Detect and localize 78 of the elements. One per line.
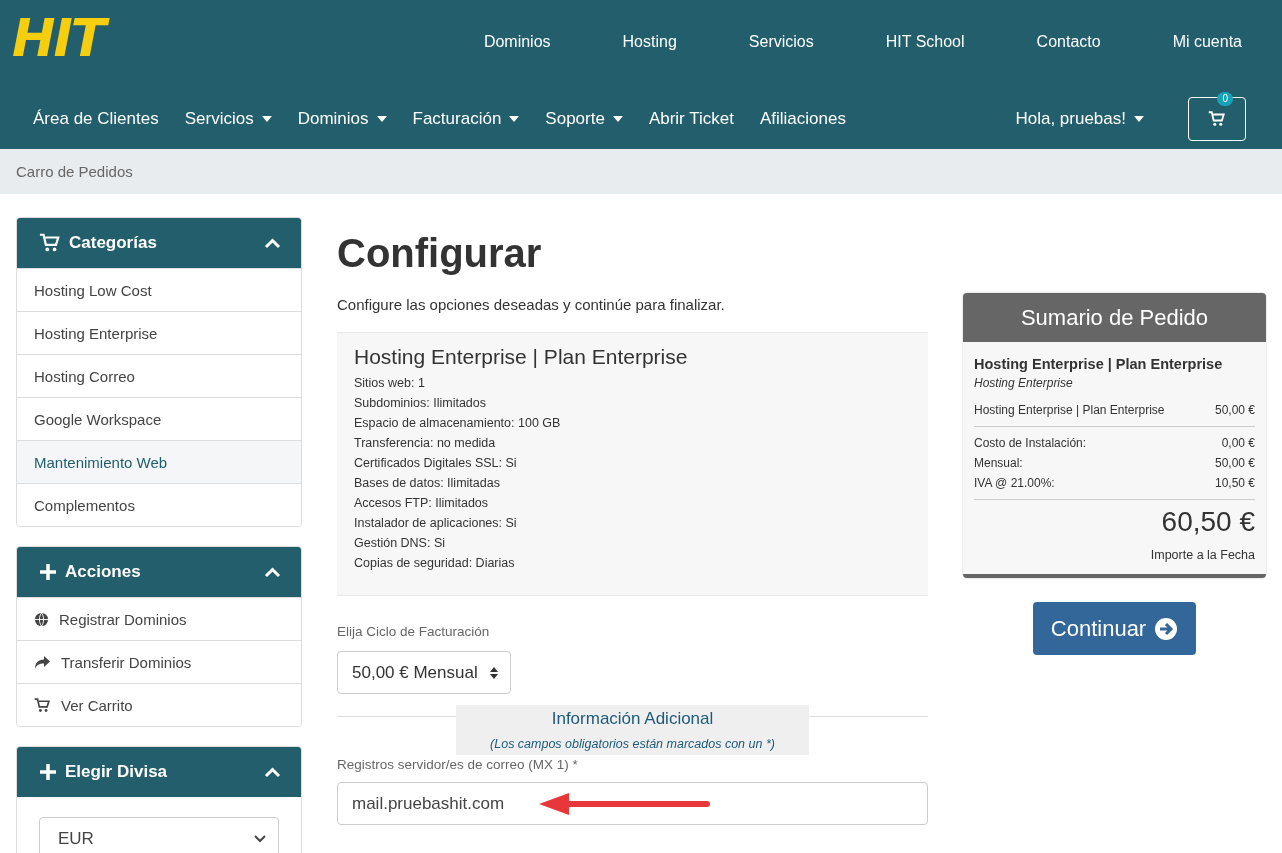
arrow-circle-icon	[1154, 616, 1179, 641]
sidebar-item[interactable]: Complementos	[17, 483, 301, 526]
section-title: Información Adicional	[551, 709, 714, 729]
cart-icon	[1208, 109, 1226, 128]
continue-button[interactable]: Continuar	[1032, 602, 1197, 655]
field-label: Registros servidor/es de correo (MX 1) *	[337, 757, 579, 772]
line-label: Hosting Enterprise | Plan Enterprise	[974, 402, 1165, 419]
intro-text: Configure las opciones deseadas y continúe para finalizar.	[337, 296, 726, 313]
nav-link[interactable]: Área de Clientes	[33, 108, 159, 129]
product-feature: Sitios web: 1	[354, 375, 426, 392]
total-label: Mensual:	[974, 455, 1023, 472]
logo[interactable]: HIT	[8, 6, 115, 70]
caret-icon	[261, 115, 272, 122]
chevron-up-icon[interactable]	[264, 566, 281, 578]
total-label: IVA @ 21.00%:	[974, 475, 1055, 492]
total-amount: 50,00 €	[1214, 455, 1255, 472]
product-title: Hosting Enterprise | Plan Enterprise	[354, 345, 689, 369]
sidebar-item[interactable]: Mantenimiento Web	[17, 440, 301, 483]
cart-count-badge: 0	[1217, 91, 1233, 106]
nav-link[interactable]: Soporte	[545, 108, 623, 129]
chevron-down-icon	[254, 835, 266, 843]
cart-icon	[34, 696, 51, 714]
panel-header[interactable]: Acciones	[17, 547, 301, 597]
panel-header[interactable]: Categorías	[17, 218, 301, 268]
top-nav-link[interactable]: Hosting	[622, 33, 677, 51]
summary-title: Sumario de Pedido	[963, 293, 1266, 342]
line-amount: 50,00 €	[1214, 402, 1255, 419]
page-title: Configurar	[337, 231, 543, 276]
total-label: Costo de Instalación:	[974, 435, 1087, 452]
top-nav-link[interactable]: Mi cuenta	[1172, 33, 1242, 51]
grand-total: 60,50 €	[1160, 506, 1255, 538]
billing-cycle-select[interactable]: 50,00 € Mensual	[337, 651, 511, 694]
panel-header[interactable]: Elegir Divisa	[17, 747, 301, 797]
nav-link[interactable]: Afiliaciones	[759, 108, 846, 129]
panel-title: Elegir Divisa	[65, 762, 169, 782]
sidebar-item[interactable]: Ver Carrito	[17, 683, 301, 726]
cart-icon	[39, 232, 61, 254]
product-feature: Transferencia: no medida	[354, 435, 497, 452]
product-feature: Espacio de almacenamiento: 100 GB	[354, 415, 562, 432]
required-note: (Los campos obligatorios están marcados con un *)	[490, 737, 775, 751]
currency-select[interactable]: EUR	[39, 817, 279, 853]
product-feature: Gestión DNS: Si	[354, 535, 446, 552]
total-amount: 10,50 €	[1214, 475, 1255, 492]
summary-product-name: Hosting Enterprise | Plan Enterprise	[974, 356, 1224, 372]
input-field[interactable]: mail.pruebashit.com	[337, 782, 928, 825]
product-feature: Copias de seguridad: Diarias	[354, 555, 516, 572]
plus-icon	[39, 763, 57, 781]
caret-icon	[376, 115, 387, 122]
product-feature: Accesos FTP: Ilimitados	[354, 495, 490, 512]
caret-icon	[509, 115, 520, 122]
nav-link[interactable]: Dominios	[297, 108, 387, 129]
plus-icon	[39, 563, 57, 581]
caret-icon	[1134, 115, 1144, 122]
total-amount: 0,00 €	[1221, 435, 1255, 452]
grand-total-label: Importe a la Fecha	[1149, 548, 1255, 562]
product-feature: Bases de datos: Ilimitadas	[354, 475, 501, 492]
product-feature: Instalador de aplicaciones: Si	[354, 515, 518, 532]
field-label: Elija Ciclo de Facturación	[337, 624, 491, 639]
caret-icon	[612, 115, 623, 122]
top-nav-link[interactable]: HIT School	[885, 33, 965, 51]
product-feature: Subdominios: Ilimitados	[354, 395, 487, 412]
top-nav-link[interactable]: Contacto	[1036, 33, 1101, 51]
sort-arrows-icon	[489, 666, 498, 679]
share-arrow-icon	[34, 654, 51, 670]
nav-link[interactable]: Servicios	[184, 108, 272, 129]
nav-link[interactable]: Facturación	[412, 108, 520, 129]
chevron-up-icon[interactable]	[264, 766, 281, 778]
chevron-up-icon[interactable]	[264, 237, 281, 249]
globe-icon	[34, 611, 49, 627]
panel-title: Categorías	[69, 233, 158, 253]
user-menu[interactable]: Hola, pruebas!	[1015, 108, 1144, 129]
top-nav-link[interactable]: Servicios	[748, 33, 814, 51]
top-nav-link[interactable]: Dominios	[483, 33, 551, 51]
summary-product-group: Hosting Enterprise	[974, 376, 1255, 390]
nav-link[interactable]: Abrir Ticket	[648, 108, 734, 129]
panel-title: Acciones	[65, 562, 142, 582]
product-feature: Certificados Digitales SSL: Si	[354, 455, 518, 472]
breadcrumb[interactable]: Carro de Pedidos	[16, 163, 133, 180]
